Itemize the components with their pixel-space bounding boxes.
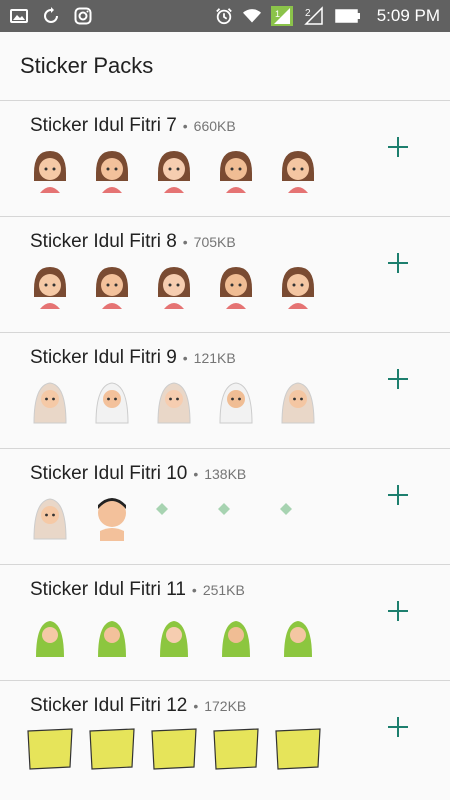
sticker-thumbnail (24, 723, 76, 775)
sticker-preview-row (24, 259, 324, 311)
add-pack-button[interactable] (388, 485, 410, 507)
gallery-icon (10, 7, 28, 25)
sticker-pack-row[interactable]: Sticker Idul Fitri 7 • 660KB (0, 100, 450, 216)
sticker-thumbnail (210, 607, 262, 659)
signal-icon: 1 (270, 6, 293, 26)
sticker-thumbnail (86, 491, 138, 543)
separator-dot: • (191, 582, 197, 598)
pack-name: Sticker Idul Fitri 10 (30, 463, 188, 484)
sticker-preview-row (24, 491, 324, 543)
pack-name: Sticker Idul Fitri 8 (30, 231, 177, 252)
sticker-thumbnail (86, 607, 138, 659)
add-pack-button[interactable] (388, 601, 410, 623)
add-pack-button[interactable] (388, 137, 410, 159)
sticker-pack-row[interactable]: Sticker Idul Fitri 12 • 172KB (0, 680, 450, 796)
pack-size: 705KB (193, 234, 236, 250)
plus-icon (397, 717, 400, 737)
sticker-preview-row (24, 375, 324, 427)
sticker-thumbnail (148, 723, 200, 775)
sticker-thumbnail (86, 143, 138, 195)
plus-icon (397, 253, 400, 273)
separator-dot: • (182, 234, 188, 250)
pack-size: 251KB (202, 582, 245, 598)
sticker-thumbnail (24, 491, 76, 543)
sticker-thumbnail (210, 143, 262, 195)
add-pack-button[interactable] (388, 369, 410, 391)
sticker-thumbnail (24, 375, 76, 427)
plus-icon (397, 369, 400, 389)
pack-header: Sticker Idul Fitri 12 • 172KB (30, 695, 246, 717)
sticker-preview-row (24, 607, 324, 659)
sticker-thumbnail (272, 607, 324, 659)
pack-size: 172KB (204, 698, 247, 714)
sticker-thumbnail (148, 491, 200, 543)
pack-size: 138KB (204, 466, 247, 482)
pack-header: Sticker Idul Fitri 8 • 705KB (30, 231, 236, 253)
sticker-thumbnail (148, 143, 200, 195)
sticker-thumbnail (272, 723, 324, 775)
plus-icon (397, 485, 400, 505)
sticker-thumbnail (272, 259, 324, 311)
sticker-pack-row[interactable]: Sticker Idul Fitri 11 • 251KB (0, 564, 450, 680)
sticker-pack-row[interactable]: Sticker Idul Fitri 8 • 705KB (0, 216, 450, 332)
status-bar: 1 2 5:09 PM (0, 0, 450, 32)
svg-text:1: 1 (275, 9, 280, 19)
add-pack-button[interactable] (388, 717, 410, 739)
sticker-thumbnail (210, 723, 262, 775)
separator-dot: • (182, 350, 188, 366)
sticker-thumbnail (24, 143, 76, 195)
sticker-thumbnail (86, 723, 138, 775)
pack-size: 660KB (193, 118, 236, 134)
sticker-pack-row[interactable]: Sticker Idul Fitri 9 • 121KB (0, 332, 450, 448)
instagram-icon (74, 7, 92, 25)
sticker-thumbnail (272, 143, 324, 195)
wifi-icon (242, 7, 261, 25)
sim2-label: 2 (305, 8, 311, 19)
status-time: 5:09 PM (376, 6, 440, 25)
pack-header: Sticker Idul Fitri 7 • 660KB (30, 115, 236, 137)
pack-size: 121KB (193, 350, 236, 366)
pack-header: Sticker Idul Fitri 10 • 138KB (30, 463, 246, 485)
separator-dot: • (182, 118, 188, 134)
sticker-thumbnail (86, 259, 138, 311)
plus-icon (397, 137, 400, 157)
pack-name: Sticker Idul Fitri 9 (30, 347, 177, 368)
pack-name: Sticker Idul Fitri 7 (30, 115, 177, 136)
alarm-icon (215, 7, 233, 25)
sticker-thumbnail (148, 259, 200, 311)
sticker-thumbnail (86, 375, 138, 427)
pack-name: Sticker Idul Fitri 11 (30, 579, 186, 600)
sticker-thumbnail (272, 375, 324, 427)
sticker-thumbnail (210, 491, 262, 543)
pack-header: Sticker Idul Fitri 11 • 251KB (30, 579, 245, 601)
sticker-thumbnail (148, 607, 200, 659)
sticker-thumbnail (24, 259, 76, 311)
sticker-pack-row[interactable]: Sticker Idul Fitri 10 • 138KB (0, 448, 450, 564)
add-pack-button[interactable] (388, 253, 410, 275)
sticker-thumbnail (210, 375, 262, 427)
sticker-thumbnail (148, 375, 200, 427)
sticker-thumbnail (24, 607, 76, 659)
sync-icon (42, 7, 60, 25)
signal2-icon: 2 (303, 6, 325, 25)
battery-icon (334, 7, 361, 25)
pack-header: Sticker Idul Fitri 9 • 121KB (30, 347, 236, 369)
plus-icon (397, 601, 400, 621)
sticker-preview-row (24, 723, 324, 775)
page-title: Sticker Packs (0, 32, 450, 100)
pack-name: Sticker Idul Fitri 12 (30, 695, 188, 716)
sticker-preview-row (24, 143, 324, 195)
separator-dot: • (193, 698, 199, 714)
sticker-pack-list: Sticker Idul Fitri 7 • 660KB Sticker Idul F… (0, 100, 450, 796)
sticker-thumbnail (272, 491, 324, 543)
sticker-thumbnail (210, 259, 262, 311)
separator-dot: • (193, 466, 199, 482)
